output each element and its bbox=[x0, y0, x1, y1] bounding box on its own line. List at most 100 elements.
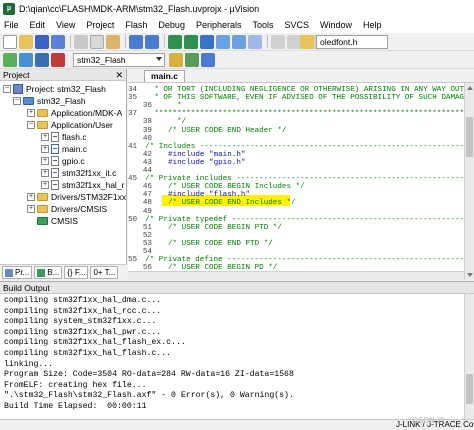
undo-icon[interactable] bbox=[129, 34, 143, 49]
project-panel-header: Project ✕ bbox=[0, 69, 126, 81]
project-icon bbox=[13, 83, 23, 94]
c-file-icon bbox=[51, 167, 59, 178]
menu-project[interactable]: Project bbox=[86, 20, 114, 30]
clear-bookmarks-icon[interactable] bbox=[248, 34, 262, 49]
tree-file[interactable]: + stm32f1xx_it.c bbox=[41, 167, 116, 178]
menu-edit[interactable]: Edit bbox=[30, 20, 46, 30]
find-input[interactable]: oledfont.h bbox=[316, 35, 388, 49]
collapse-icon[interactable]: − bbox=[27, 120, 35, 129]
tree-file[interactable]: + flash.c bbox=[41, 131, 87, 142]
tab-templates[interactable]: 0+ T... bbox=[90, 266, 119, 279]
menu-flash[interactable]: Flash bbox=[125, 20, 147, 30]
menu-tools[interactable]: Tools bbox=[252, 20, 273, 30]
manage-project-items-icon[interactable] bbox=[201, 52, 215, 67]
tree-root-label: Project: stm32_Flash bbox=[26, 83, 106, 94]
indent-icon[interactable] bbox=[271, 34, 285, 49]
status-bar: J-LINK / J-TRACE Corte bbox=[0, 419, 474, 430]
build-output-line: compiling stm32f1xx_hal_dma.c... bbox=[4, 296, 162, 305]
build-output-line: ".\stm32_Flash\stm32_Flash.axf" - 0 Erro… bbox=[4, 391, 294, 401]
scroll-thumb[interactable] bbox=[466, 374, 473, 404]
tree-target-label: stm32_Flash bbox=[37, 95, 86, 106]
tree-file[interactable]: + gpio.c bbox=[41, 155, 85, 166]
scroll-down-icon[interactable] bbox=[467, 273, 473, 277]
unindent-icon[interactable] bbox=[287, 34, 301, 49]
expand-icon[interactable]: + bbox=[41, 168, 49, 177]
tree-file[interactable]: + main.c bbox=[41, 143, 87, 154]
tree-group[interactable]: + Drivers/CMSIS bbox=[27, 203, 107, 214]
tree-file-label: main.c bbox=[62, 143, 88, 154]
code-area[interactable]: 34 * OR TORT (INCLUDING NEGLIGENCE OR OT… bbox=[128, 83, 464, 280]
close-icon[interactable]: ✕ bbox=[115, 69, 123, 81]
expand-icon[interactable]: + bbox=[27, 108, 35, 117]
build-output-scrollbar[interactable] bbox=[464, 294, 474, 420]
tab-main-c[interactable]: main.c bbox=[144, 70, 185, 82]
new-file-icon[interactable] bbox=[3, 34, 17, 49]
manage-components-icon[interactable] bbox=[185, 52, 199, 67]
load-flash-icon[interactable] bbox=[51, 52, 65, 67]
target-select-value: stm32_Flash bbox=[77, 54, 126, 65]
target-select[interactable]: stm32_Flash bbox=[73, 52, 165, 67]
find-box: oledfont.h bbox=[300, 35, 388, 49]
copy-icon[interactable] bbox=[90, 34, 104, 49]
tab-books[interactable]: B... bbox=[34, 266, 63, 279]
save-icon[interactable] bbox=[35, 34, 49, 49]
menu-file[interactable]: File bbox=[4, 20, 19, 30]
tree-component[interactable]: CMSIS bbox=[27, 215, 78, 226]
prev-bookmark-icon[interactable] bbox=[216, 34, 230, 49]
expand-icon[interactable]: + bbox=[27, 204, 35, 213]
code-editor: main.c 34 * OR TORT (INCLUDING NEGLIGENC… bbox=[128, 69, 474, 280]
tree-group[interactable]: + Drivers/STM32F1xx bbox=[27, 191, 126, 202]
build-output-line: compiling stm32f1xx_hal_pwr.c... bbox=[4, 327, 162, 337]
expand-icon[interactable]: + bbox=[41, 144, 49, 153]
menu-window[interactable]: Window bbox=[320, 20, 352, 30]
collapse-icon[interactable]: − bbox=[3, 84, 11, 93]
build-output-line: compiling stm32f1xx_hal_rcc.c... bbox=[4, 306, 162, 316]
tree-component-label: CMSIS bbox=[51, 215, 78, 226]
vertical-scrollbar[interactable] bbox=[464, 83, 474, 280]
expand-icon[interactable]: + bbox=[41, 180, 49, 189]
file-toolbar: oledfont.h bbox=[0, 33, 474, 51]
tab-functions[interactable]: {} F... bbox=[64, 266, 89, 279]
next-bookmark-icon[interactable] bbox=[232, 34, 246, 49]
options-for-target-icon[interactable] bbox=[169, 52, 183, 67]
scroll-up-icon[interactable] bbox=[467, 86, 473, 90]
open-folder-icon[interactable] bbox=[19, 34, 33, 49]
bookmark-icon[interactable] bbox=[200, 34, 214, 49]
tree-group[interactable]: + Application/MDK-A bbox=[27, 107, 122, 118]
collapse-icon[interactable]: − bbox=[13, 96, 21, 105]
menu-help[interactable]: Help bbox=[363, 20, 382, 30]
tree-group[interactable]: − Application/User bbox=[27, 119, 113, 130]
navigate-back-icon[interactable] bbox=[168, 34, 182, 49]
find-icon[interactable] bbox=[300, 35, 314, 49]
cut-icon[interactable] bbox=[74, 34, 88, 49]
rebuild-icon[interactable] bbox=[35, 52, 49, 67]
menu-debug[interactable]: Debug bbox=[158, 20, 185, 30]
menu-svcs[interactable]: SVCS bbox=[285, 20, 310, 30]
build-output-title: Build Output bbox=[3, 283, 50, 293]
tab-project[interactable]: Pr... bbox=[2, 266, 33, 279]
component-icon bbox=[37, 216, 48, 225]
build-toolbar: stm32_Flash bbox=[0, 51, 474, 69]
title-bar: µ D:\qian\cc\FLASH\MDK-ARM\stm32_Flash.u… bbox=[0, 0, 474, 17]
tree-target[interactable]: − stm32_Flash bbox=[13, 95, 86, 106]
scroll-thumb[interactable] bbox=[466, 117, 473, 157]
build-icon[interactable] bbox=[19, 52, 33, 67]
paste-icon[interactable] bbox=[106, 34, 120, 49]
menu-peripherals[interactable]: Peripherals bbox=[196, 20, 242, 30]
menu-view[interactable]: View bbox=[56, 20, 75, 30]
expand-icon[interactable]: + bbox=[41, 156, 49, 165]
redo-icon[interactable] bbox=[145, 34, 159, 49]
navigate-forward-icon[interactable] bbox=[184, 34, 198, 49]
save-all-icon[interactable] bbox=[51, 34, 65, 49]
c-file-icon bbox=[51, 131, 59, 142]
tree-group-label: Drivers/CMSIS bbox=[51, 203, 108, 214]
expand-icon[interactable]: + bbox=[41, 132, 49, 141]
translate-icon[interactable] bbox=[3, 52, 17, 67]
horizontal-scrollbar[interactable] bbox=[128, 271, 464, 280]
build-output-line: compiling stm32f1xx_hal_flash.c... bbox=[4, 349, 172, 358]
build-output-text: compiling stm32f1xx_hal_dma.c... compilin… bbox=[0, 294, 474, 418]
build-output-panel: Build Output compiling stm32f1xx_hal_dma… bbox=[0, 281, 474, 420]
tree-file[interactable]: + stm32f1xx_hal_r bbox=[41, 179, 124, 190]
tree-root[interactable]: − Project: stm32_Flash bbox=[3, 83, 106, 94]
expand-icon[interactable]: + bbox=[27, 192, 35, 201]
